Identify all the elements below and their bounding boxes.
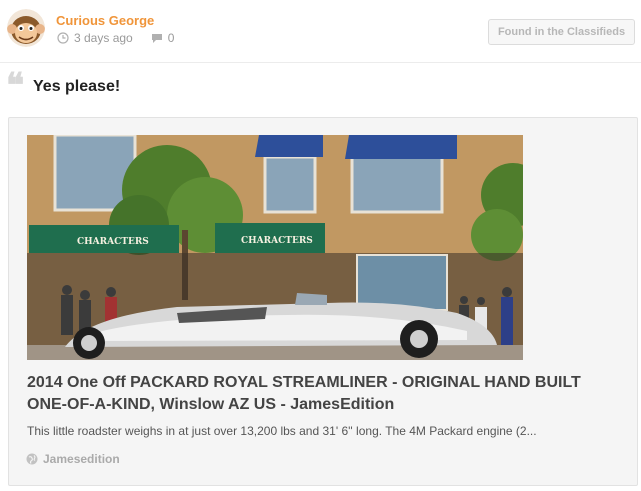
- sign-right: CHARACTERS: [241, 236, 313, 246]
- link-preview-description: This little roadster weighs in at just o…: [27, 424, 537, 438]
- post-time: 3 days ago: [74, 31, 133, 45]
- quote-text: Yes please!: [33, 78, 121, 95]
- link-preview-title[interactable]: 2014 One Off PACKARD ROYAL STREAMLINER -…: [27, 372, 617, 416]
- author-name[interactable]: Curious George: [56, 13, 154, 28]
- avatar[interactable]: [7, 9, 45, 47]
- link-source[interactable]: Jamesedition: [26, 452, 120, 466]
- post-quote: ❝ Yes please!: [6, 66, 626, 106]
- quote-icon: ❝: [6, 66, 25, 106]
- link-preview-card[interactable]: CHARACTERS CHARACTERS 2014 One Off PACKA…: [8, 117, 638, 486]
- post-meta: 3 days ago 0: [57, 31, 174, 45]
- globe-icon: [26, 453, 38, 465]
- link-source-label[interactable]: Jamesedition: [43, 452, 120, 466]
- comment-count[interactable]: 0: [168, 31, 175, 45]
- comment-icon[interactable]: [151, 33, 163, 44]
- sign-left: CHARACTERS: [77, 237, 149, 247]
- post-header: Curious George 3 days ago 0 Found in the…: [0, 0, 641, 63]
- found-in-classifieds-button[interactable]: Found in the Classifieds: [488, 19, 635, 45]
- clock-icon: [57, 32, 69, 44]
- link-preview-image[interactable]: CHARACTERS CHARACTERS: [27, 135, 523, 360]
